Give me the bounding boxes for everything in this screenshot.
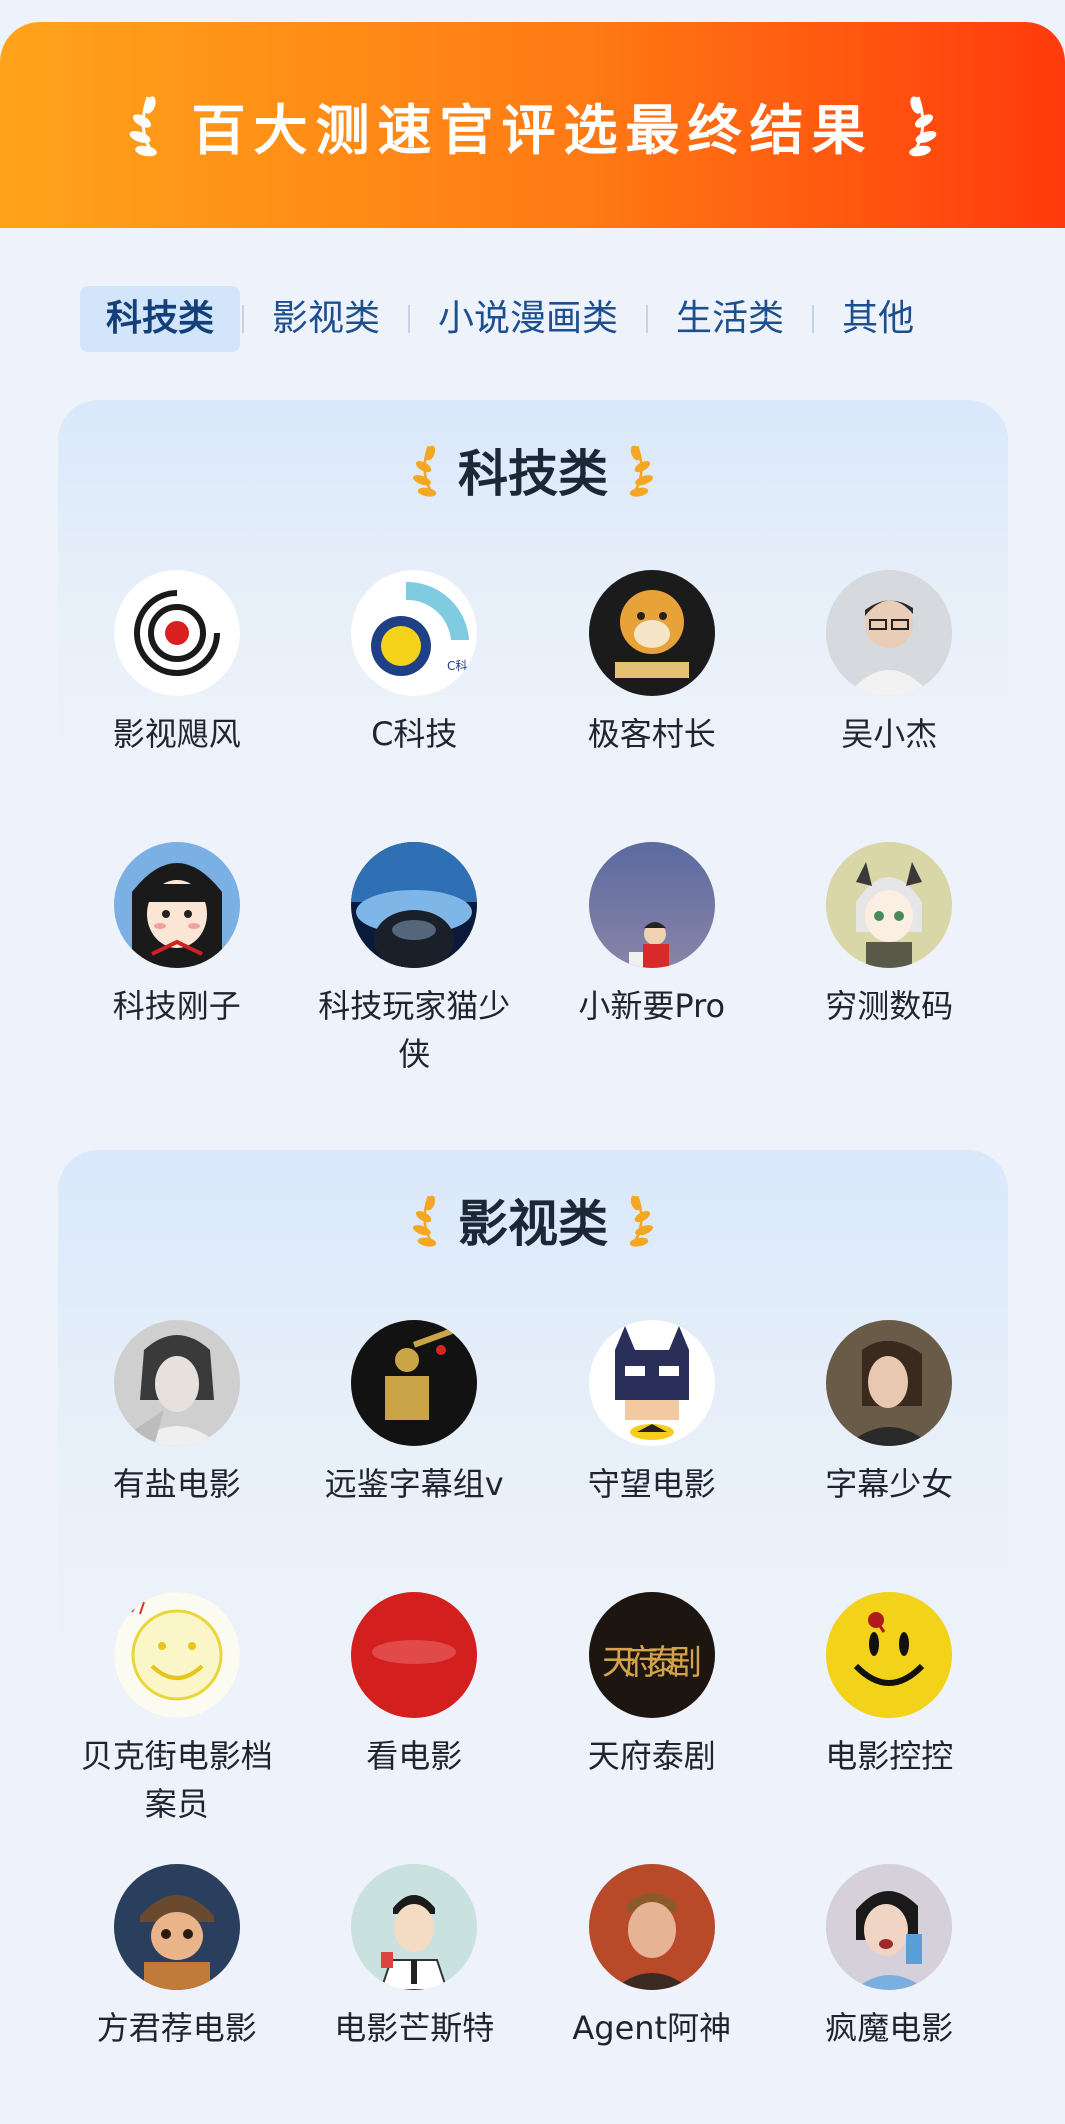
- avatar: [113, 570, 240, 696]
- avatar: [826, 842, 953, 968]
- creator-name: 电影控控: [825, 1737, 954, 1775]
- avatar: [826, 1864, 953, 1990]
- avatar: [351, 842, 478, 968]
- creator-item[interactable]: 天府泰剧 天府泰剧: [533, 1592, 771, 1864]
- tab-divider: [812, 305, 815, 333]
- section-title: 科技类: [458, 445, 608, 503]
- creator-name: 极客村长: [587, 715, 716, 753]
- avatar: [588, 1320, 715, 1446]
- creator-grid: 有盐电影 远鉴字幕组v 守望电影 字幕少女 贝克街电影档案员 看电影 天府泰剧 …: [58, 1320, 1008, 2124]
- avatar: [588, 1864, 715, 1990]
- avatar: [113, 1320, 240, 1446]
- avatar: [351, 1592, 478, 1718]
- creator-name: 贝克街电影档案员: [80, 1737, 273, 1823]
- creator-name: 有盐电影: [112, 1465, 241, 1503]
- avatar: [351, 1320, 478, 1446]
- creator-item[interactable]: Agent阿神: [533, 1864, 771, 2124]
- section-header: 科技类: [58, 430, 1008, 510]
- creator-name: 方君荐电影: [96, 2009, 257, 2047]
- creator-name: 天府泰剧: [587, 1737, 716, 1775]
- creator-name: 吴小杰: [841, 715, 938, 753]
- creator-name: C科技: [371, 715, 458, 753]
- creator-item[interactable]: 电影控控: [771, 1592, 1009, 1864]
- tab-divider: [408, 305, 411, 333]
- creator-name: 远鉴字幕组v: [324, 1465, 504, 1503]
- creator-item[interactable]: C科 C科技: [296, 570, 534, 842]
- banner-title: 百大测速官评选最终结果: [191, 98, 874, 162]
- creator-grid: 影视飓风 C科 C科技 极客村长 吴小杰 科技刚子 科技玩家猫少侠 小新要Pro…: [58, 570, 1008, 1114]
- avatar: [588, 570, 715, 696]
- creator-item[interactable]: 远鉴字幕组v: [296, 1320, 534, 1592]
- creator-item[interactable]: 字幕少女: [771, 1320, 1009, 1592]
- creator-item[interactable]: 疯魔电影: [771, 1864, 1009, 2124]
- avatar: [588, 842, 715, 968]
- creator-name: 科技刚子: [112, 987, 241, 1025]
- creator-name: 疯魔电影: [825, 2009, 954, 2047]
- avatar: [113, 1592, 240, 1718]
- laurel-right-icon: [629, 445, 654, 497]
- creator-item[interactable]: 极客村长: [533, 570, 771, 842]
- laurel-right-icon: [629, 1195, 654, 1247]
- category-tabs: 科技类 影视类 小说漫画类 生活类 其他: [80, 286, 985, 352]
- creator-name: 小新要Pro: [578, 987, 726, 1025]
- avatar: C科: [351, 570, 478, 696]
- header-banner: 百大测速官评选最终结果: [0, 22, 1065, 228]
- tab-tech[interactable]: 科技类: [80, 286, 241, 352]
- laurel-right-icon: [908, 96, 936, 157]
- creator-item[interactable]: 有盐电影: [58, 1320, 296, 1592]
- section-title: 影视类: [458, 1195, 608, 1253]
- section-header: 影视类: [58, 1180, 1008, 1260]
- avatar: [113, 842, 240, 968]
- avatar: [826, 1592, 953, 1718]
- creator-name: 守望电影: [587, 1465, 716, 1503]
- creator-item[interactable]: 穷测数码: [771, 842, 1009, 1114]
- laurel-left-icon: [412, 445, 437, 497]
- creator-name: 字幕少女: [825, 1465, 954, 1503]
- creator-name: Agent阿神: [572, 2009, 732, 2047]
- creator-item[interactable]: 科技刚子: [58, 842, 296, 1114]
- svg-text:天府泰剧: 天府泰剧: [602, 1643, 702, 1683]
- tab-life[interactable]: 生活类: [650, 286, 810, 352]
- tab-other[interactable]: 其他: [816, 286, 940, 352]
- creator-item[interactable]: 守望电影: [533, 1320, 771, 1592]
- creator-name: 电影芒斯特: [334, 2009, 495, 2047]
- avatar: [826, 1320, 953, 1446]
- section-tech: 科技类 影视飓风 C科 C科技 极客村长 吴小杰 科技刚子 科技玩家猫少侠 小新…: [58, 400, 1008, 1090]
- creator-name: 科技玩家猫少侠: [318, 987, 511, 1073]
- laurel-left-icon: [412, 1195, 437, 1247]
- creator-name: 穷测数码: [825, 987, 954, 1025]
- creator-item[interactable]: 影视飓风: [58, 570, 296, 842]
- creator-name: 看电影: [366, 1737, 463, 1775]
- tab-divider: [646, 305, 649, 333]
- creator-item[interactable]: 科技玩家猫少侠: [296, 842, 534, 1114]
- creator-item[interactable]: 看电影: [296, 1592, 534, 1864]
- creator-name: 影视飓风: [112, 715, 241, 753]
- tab-divider: [242, 305, 245, 333]
- creator-item[interactable]: 贝克街电影档案员: [58, 1592, 296, 1864]
- laurel-left-icon: [129, 96, 157, 157]
- avatar: [351, 1864, 478, 1990]
- avatar: [113, 1864, 240, 1990]
- avatar: 天府泰剧: [588, 1592, 715, 1718]
- svg-text:C科: C科: [447, 659, 467, 673]
- tab-film[interactable]: 影视类: [246, 286, 406, 352]
- creator-item[interactable]: 小新要Pro: [533, 842, 771, 1114]
- avatar: [826, 570, 953, 696]
- creator-item[interactable]: 方君荐电影: [58, 1864, 296, 2124]
- creator-item[interactable]: 电影芒斯特: [296, 1864, 534, 2124]
- creator-item[interactable]: 吴小杰: [771, 570, 1009, 842]
- tab-novel-comic[interactable]: 小说漫画类: [412, 286, 644, 352]
- section-film: 影视类 有盐电影 远鉴字幕组v 守望电影 字幕少女 贝克街电影档案员 看电影 天…: [58, 1150, 1008, 2124]
